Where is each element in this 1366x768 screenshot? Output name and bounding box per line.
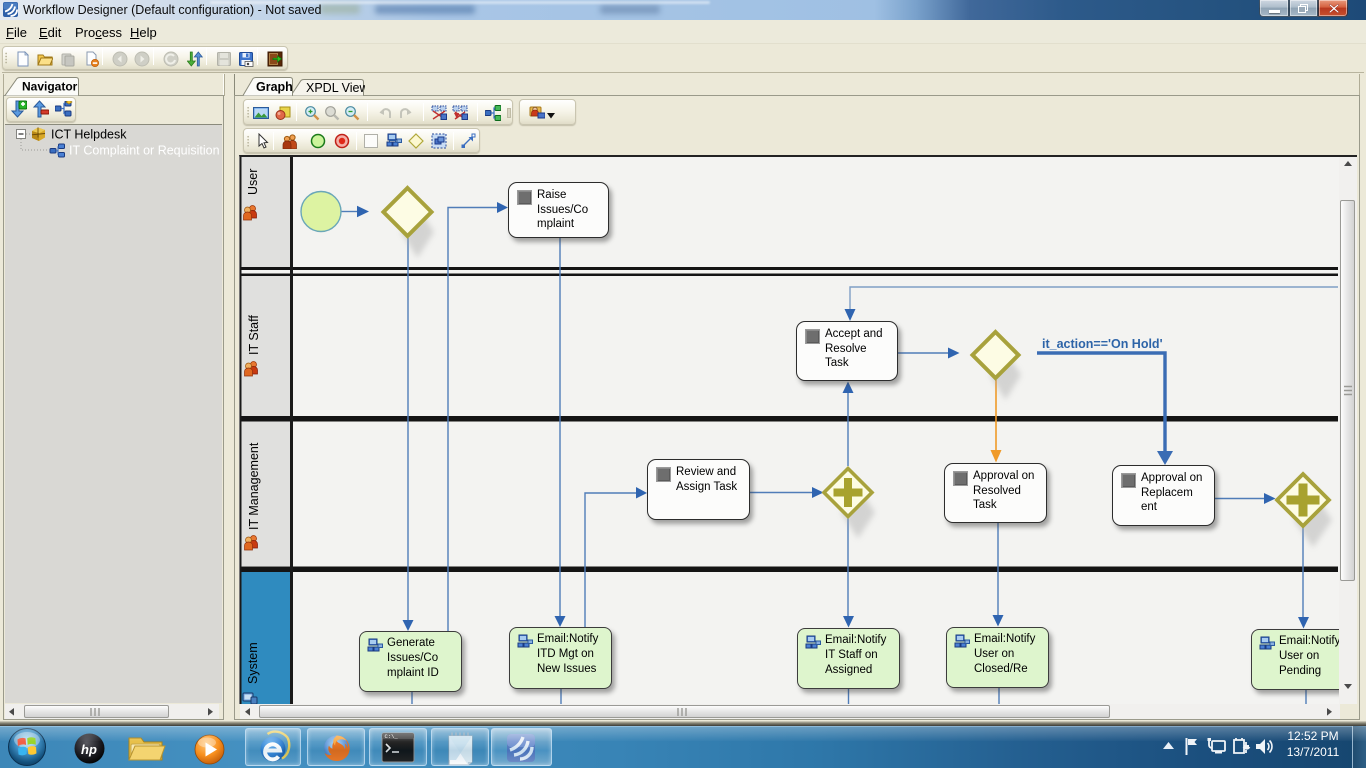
svg-text:ICT Helpdesk: ICT Helpdesk [51, 128, 127, 142]
svg-text:IT Complaint or Requisition Pr: IT Complaint or Requisition Pr [69, 144, 222, 158]
svg-text:Graph: Graph [256, 80, 293, 94]
svg-text:User: User [246, 169, 260, 195]
svg-text:System: System [246, 642, 260, 684]
svg-text:hp: hp [81, 742, 97, 757]
svg-text:Navigator: Navigator [22, 80, 78, 94]
svg-text:IT Management: IT Management [247, 442, 261, 530]
svg-text:it_action=='On Hold': it_action=='On Hold' [1042, 337, 1163, 351]
svg-text:IT Staff: IT Staff [247, 315, 261, 355]
svg-text:XPDL View: XPDL View [306, 81, 365, 95]
